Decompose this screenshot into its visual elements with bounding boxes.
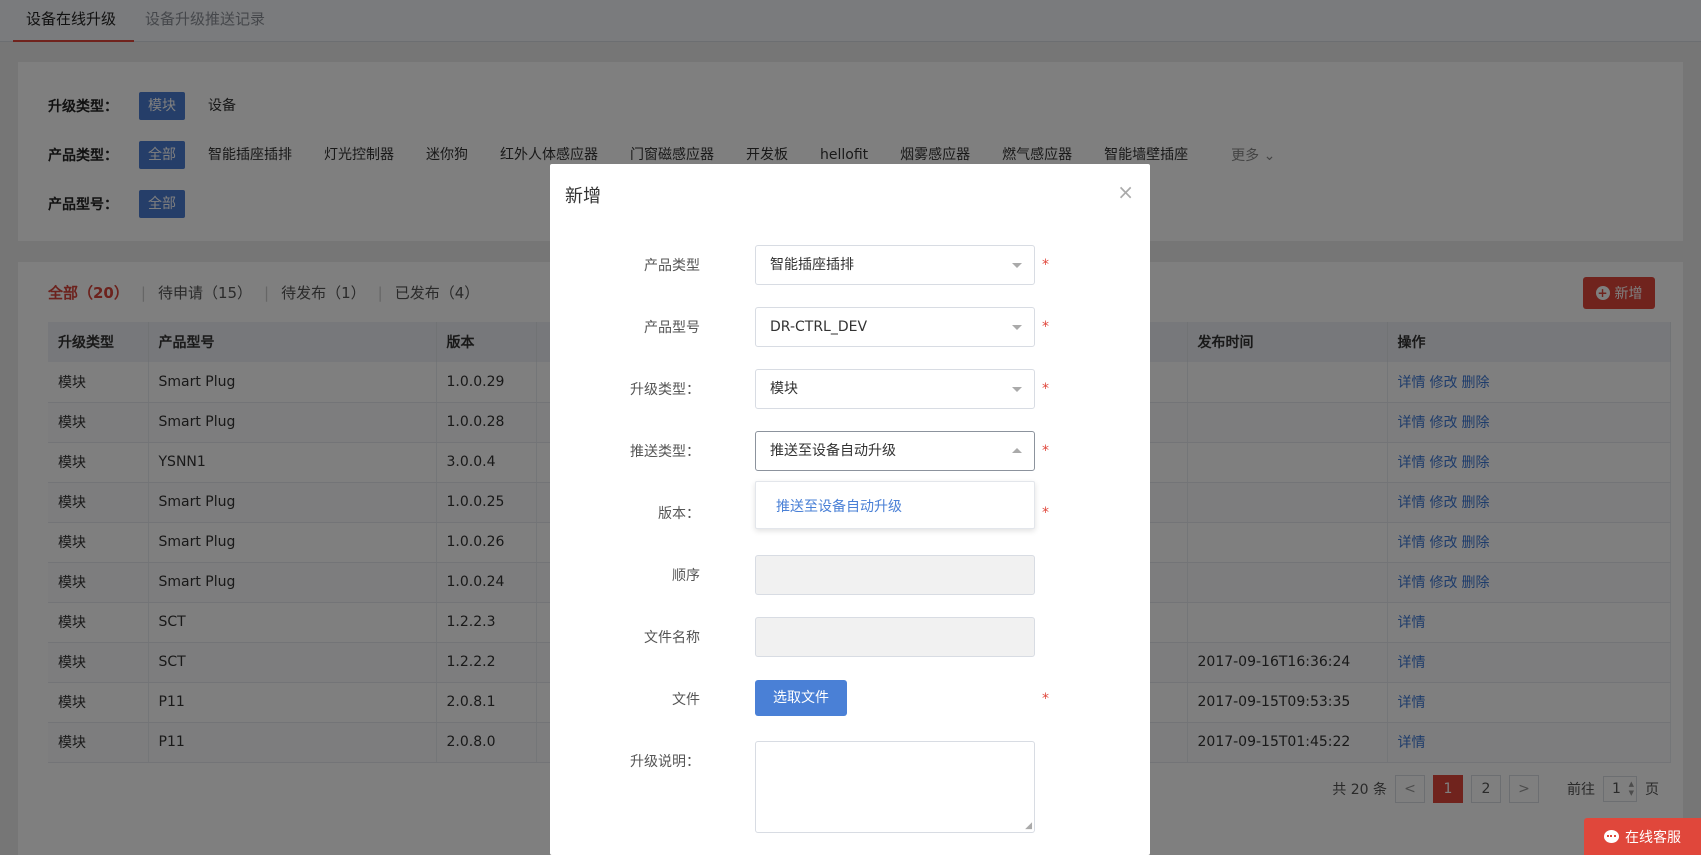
file-name-input [755,617,1035,657]
online-service-label: 在线客服 [1625,829,1681,846]
resize-grip-icon[interactable]: ◢ [1025,821,1032,831]
online-service-button[interactable]: 在线客服 [1584,818,1701,855]
product-type-select[interactable]: 智能插座插排 [755,245,1035,285]
upgrade-type-label: 升级类型： [630,382,700,398]
description-label: 升级说明： [630,754,700,770]
order-label: 顺序 [672,568,700,584]
product-type-label: 产品类型 [644,258,700,274]
required-mark: * [1042,381,1049,397]
add-upgrade-dialog: 新增 × 产品类型 智能插座插排 * 产品型号 DR-CTRL_DEV * 升级… [550,164,1150,855]
file-name-label: 文件名称 [644,630,700,646]
caret-down-icon [1012,387,1022,392]
close-icon[interactable]: × [1117,180,1134,204]
chat-bubble-icon [1604,830,1619,843]
product-model-value: DR-CTRL_DEV [770,319,868,335]
required-mark: * [1042,691,1049,707]
order-input [755,555,1035,595]
caret-down-icon [1012,263,1022,268]
version-label: 版本： [658,506,700,522]
required-mark: * [1042,319,1049,335]
required-mark: * [1042,505,1049,521]
product-model-label: 产品型号 [644,320,700,336]
push-type-select[interactable]: 推送至设备自动升级 [755,431,1035,471]
caret-down-icon [1012,325,1022,330]
product-type-value: 智能插座插排 [770,257,854,273]
push-type-dropdown: 推送至设备自动升级 [755,481,1035,529]
upgrade-type-value: 模块 [770,381,798,397]
dialog-title: 新增 [565,186,601,207]
dropdown-option-auto-upgrade[interactable]: 推送至设备自动升级 [776,496,902,516]
file-label: 文件 [672,692,700,708]
required-mark: * [1042,443,1049,459]
choose-file-button[interactable]: 选取文件 [755,680,847,716]
push-type-value: 推送至设备自动升级 [770,443,896,459]
product-model-select[interactable]: DR-CTRL_DEV [755,307,1035,347]
description-textarea[interactable]: ◢ [755,741,1035,833]
caret-up-icon [1012,448,1022,453]
upgrade-type-select[interactable]: 模块 [755,369,1035,409]
push-type-label: 推送类型： [630,444,700,460]
required-mark: * [1042,257,1049,273]
